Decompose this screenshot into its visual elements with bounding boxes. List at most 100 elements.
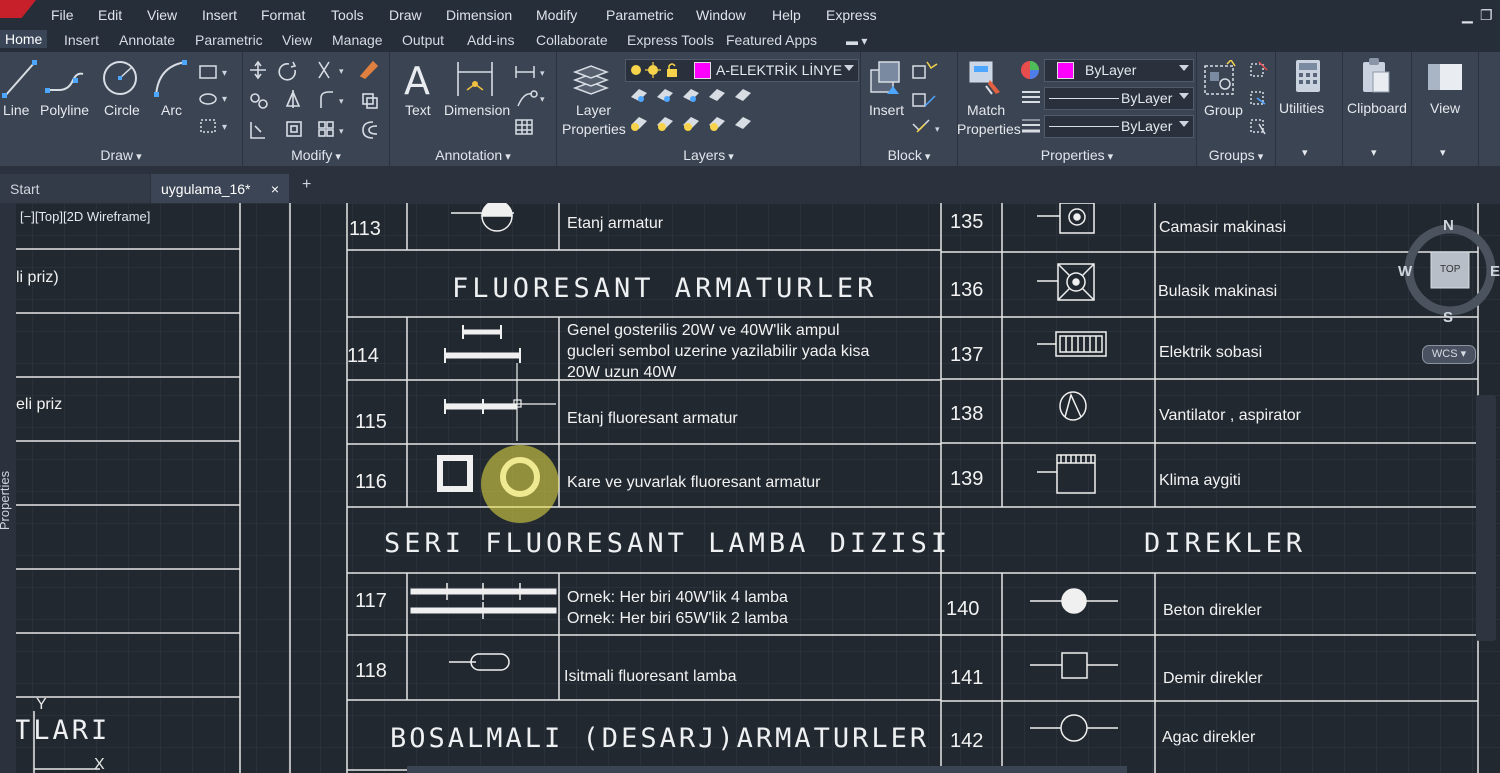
navigation-bar[interactable] — [1476, 395, 1496, 641]
panel-utilities: Utilities ▾ — [1276, 52, 1343, 166]
view-button[interactable]: View — [1430, 100, 1460, 116]
line-button[interactable]: Line — [3, 102, 29, 118]
row-118-number: 118 — [355, 660, 387, 682]
panel-modify-title[interactable]: Modify — [243, 147, 389, 163]
tab-add-ins[interactable]: Add-ins — [467, 32, 514, 48]
layer-properties-label-2[interactable]: Properties — [562, 121, 626, 137]
tab-parametric[interactable]: Parametric — [195, 32, 263, 48]
group-tools-icons[interactable] — [1249, 60, 1271, 140]
circle-icon[interactable] — [100, 58, 140, 100]
utilities-button[interactable]: Utilities — [1279, 100, 1324, 116]
menu-modify[interactable]: Modify — [536, 7, 577, 23]
menu-view[interactable]: View — [147, 7, 177, 23]
group-icon[interactable] — [1203, 60, 1239, 100]
menu-parametric[interactable]: Parametric — [606, 7, 674, 23]
menu-format[interactable]: Format — [261, 7, 305, 23]
symbol-141 — [1030, 652, 1118, 679]
properties-palette-strip[interactable]: Properties — [0, 203, 16, 773]
panel-block: Insert ▾ Block — [861, 52, 958, 166]
color-dropdown[interactable]: ByLayer — [1044, 59, 1194, 82]
arc-icon[interactable] — [150, 58, 190, 100]
menu-express[interactable]: Express — [826, 7, 877, 23]
layer-properties-label-1[interactable]: Layer — [576, 102, 611, 118]
compass-west[interactable]: W — [1398, 263, 1412, 280]
match-properties-icon[interactable] — [966, 58, 1006, 98]
workspace-toggle-icon[interactable]: ▬ ▾ — [846, 34, 867, 48]
compass-north[interactable]: N — [1443, 217, 1454, 234]
command-line-edge[interactable] — [407, 766, 1127, 773]
menu-file[interactable]: File — [51, 7, 74, 23]
linetype-dropdown[interactable]: ByLayer — [1044, 87, 1194, 110]
tab-manage[interactable]: Manage — [332, 32, 383, 48]
tab-start[interactable]: Start — [0, 174, 150, 203]
restore-icon[interactable]: ❐ — [1480, 7, 1493, 24]
compass-south[interactable]: S — [1443, 309, 1453, 326]
group-button[interactable]: Group — [1204, 102, 1243, 118]
menu-insert[interactable]: Insert — [202, 7, 237, 23]
menu-edit[interactable]: Edit — [98, 7, 122, 23]
utilities-expand-icon[interactable]: ▾ — [1302, 146, 1308, 159]
match-properties-label-2[interactable]: Properties — [957, 121, 1021, 137]
panel-block-title[interactable]: Block — [861, 147, 957, 163]
polyline-icon[interactable] — [43, 60, 85, 100]
panel-draw-title[interactable]: Draw — [0, 147, 242, 163]
tab-collaborate[interactable]: Collaborate — [536, 32, 608, 48]
text-button[interactable]: Text — [405, 102, 431, 118]
menu-dimension[interactable]: Dimension — [446, 7, 512, 23]
lineweight-dropdown[interactable]: ByLayer — [1044, 115, 1194, 138]
layer-properties-icon[interactable] — [571, 58, 609, 98]
symbol-117 — [410, 583, 557, 619]
block-tools-icons[interactable]: ▾ — [911, 60, 945, 142]
menu-draw[interactable]: Draw — [389, 7, 422, 23]
tab-output[interactable]: Output — [402, 32, 444, 48]
circle-button[interactable]: Circle — [104, 102, 140, 118]
tab-annotate[interactable]: Annotate — [119, 32, 175, 48]
properties-palette-label[interactable]: Properties — [0, 471, 12, 530]
clipboard-icon[interactable] — [1361, 56, 1393, 96]
tab-featured-apps[interactable]: Featured Apps — [726, 32, 817, 48]
line-icon[interactable] — [2, 58, 38, 100]
row-117-desc-2: Ornek: Her biri 65W'lik 2 lamba — [567, 610, 788, 627]
panel-groups-title[interactable]: Groups — [1197, 147, 1275, 163]
modify-tools-icon[interactable]: ▾ ▾ ▾ — [249, 60, 385, 142]
viewport-controls[interactable]: [−][Top][2D Wireframe] — [20, 209, 150, 224]
panel-layers-title[interactable]: Layers — [557, 147, 860, 163]
drawing-canvas[interactable]: [−][Top][2D Wireframe] li priz) eli priz… — [0, 203, 1500, 773]
tab-view[interactable]: View — [282, 32, 312, 48]
tab-express-tools[interactable]: Express Tools — [627, 32, 714, 48]
utilities-icon[interactable] — [1294, 58, 1324, 96]
text-icon[interactable]: A — [402, 60, 438, 100]
insert-button[interactable]: Insert — [869, 102, 904, 118]
compass-east[interactable]: E — [1490, 263, 1500, 280]
clipboard-button[interactable]: Clipboard — [1347, 100, 1407, 116]
insert-block-icon[interactable] — [867, 58, 903, 98]
new-tab-button[interactable]: + — [302, 176, 311, 205]
arc-button[interactable]: Arc — [161, 102, 182, 118]
tab-insert[interactable]: Insert — [64, 32, 99, 48]
panel-annotation-title[interactable]: Annotation — [390, 147, 556, 163]
close-tab-icon[interactable]: × — [271, 181, 279, 197]
wcs-menu[interactable]: WCS ▾ — [1422, 345, 1476, 364]
layer-state-icons — [631, 62, 677, 78]
view-expand-icon[interactable]: ▾ — [1440, 146, 1446, 159]
match-properties-label-1[interactable]: Match — [967, 102, 1005, 118]
tab-uygulama[interactable]: uygulama_16* × — [151, 174, 289, 203]
annotation-small-tools-icon[interactable]: ▾▾ — [514, 62, 550, 136]
app-logo-icon[interactable] — [0, 0, 36, 18]
polyline-button[interactable]: Polyline — [40, 102, 89, 118]
layer-dropdown[interactable]: A-ELEKTRİK LİNYE — [625, 59, 859, 82]
layer-tools-icons[interactable] — [629, 85, 769, 141]
viewcube-top-face[interactable]: TOP — [1440, 264, 1460, 275]
dimension-icon[interactable] — [454, 60, 496, 100]
panel-properties-title[interactable]: Properties — [958, 147, 1196, 163]
menu-tools[interactable]: Tools — [331, 7, 364, 23]
view-icon[interactable] — [1426, 60, 1464, 94]
tab-home[interactable]: Home — [0, 30, 48, 48]
menu-window[interactable]: Window — [696, 7, 746, 23]
menu-help[interactable]: Help — [772, 7, 801, 23]
row-138-number: 138 — [950, 403, 984, 425]
dimension-button[interactable]: Dimension — [444, 102, 510, 118]
minimize-icon[interactable]: ▁ — [1462, 7, 1473, 24]
draw-small-tools-icon[interactable]: ▾ ▾ ▾ — [198, 62, 234, 136]
clipboard-expand-icon[interactable]: ▾ — [1371, 146, 1377, 159]
